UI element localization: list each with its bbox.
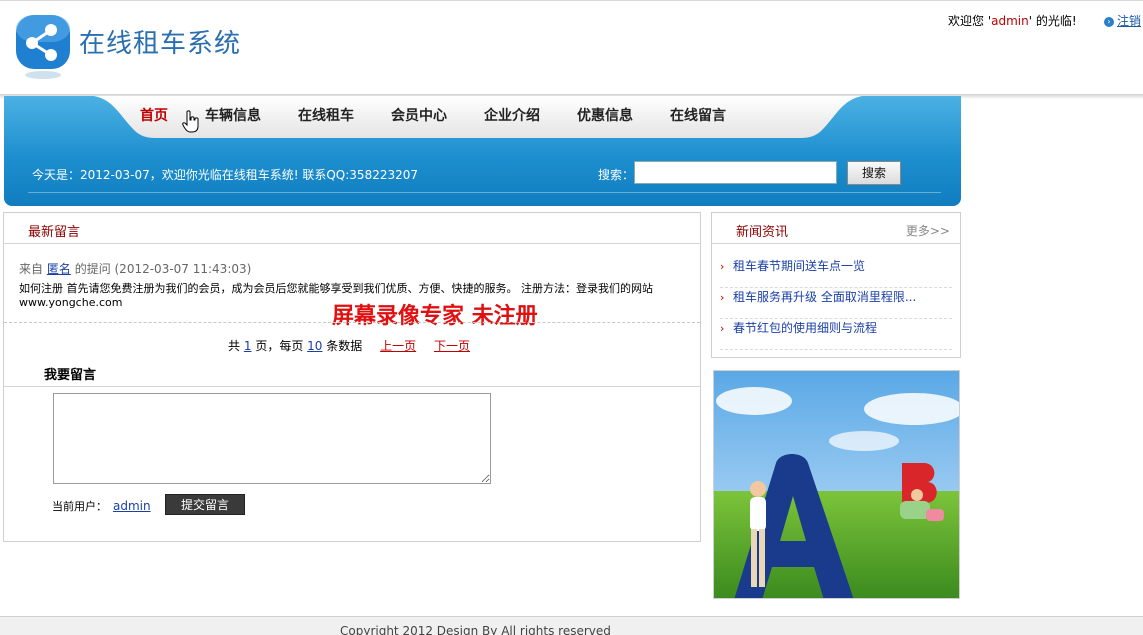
- pager-per-page[interactable]: 10: [307, 339, 322, 353]
- nav-item-vehicles[interactable]: 车辆信息: [205, 105, 261, 125]
- chevron-right-icon: ›: [720, 260, 725, 273]
- nav-banner: 首页 车辆信息 在线租车 会员中心 企业介绍 优惠信息 在线留言 今天是：201…: [4, 96, 961, 206]
- main-nav: 首页 车辆信息 在线租车 会员中心 企业介绍 优惠信息 在线留言: [140, 96, 763, 134]
- meta-from: 来自: [19, 262, 44, 276]
- promo-image: [713, 370, 960, 599]
- welcome-message: 欢迎您 'admin' 的光临!: [948, 12, 1077, 29]
- banner-divider: [28, 192, 941, 193]
- pager-prev-link[interactable]: 上一页: [380, 339, 416, 353]
- nav-item-home[interactable]: 首页: [140, 105, 168, 125]
- pager-suffix: 条数据: [326, 339, 363, 353]
- messages-panel: 最新留言 来自 匿名 的提问 (2012-03-07 11:43:03) 如何注…: [3, 212, 701, 542]
- welcome-username: admin: [991, 14, 1029, 28]
- site-header: 在线租车系统 欢迎您 'admin' 的光临! › 注销: [0, 0, 1143, 99]
- submit-message-button[interactable]: 提交留言: [165, 494, 245, 515]
- nav-item-messages[interactable]: 在线留言: [670, 105, 726, 125]
- site-title: 在线租车系统: [79, 29, 242, 59]
- message-meta: 来自 匿名 的提问 (2012-03-07 11:43:03): [19, 260, 251, 277]
- pager-prefix: 共: [228, 339, 241, 353]
- news-panel-title: 新闻资讯: [736, 225, 789, 240]
- hand-cursor-icon: [182, 110, 199, 133]
- nav-item-about[interactable]: 企业介绍: [484, 105, 540, 125]
- news-item-title: 租车春节期间送车点一览: [733, 259, 866, 273]
- chevron-right-icon: ›: [720, 322, 725, 335]
- arrow-circle-icon: ›: [1104, 16, 1114, 27]
- news-item[interactable]: › 春节红包的使用细则与流程: [720, 319, 952, 350]
- leave-message-divider: [4, 386, 700, 387]
- footer: Copyright 2012 Design By All rights rese…: [0, 616, 1143, 635]
- news-item[interactable]: › 租车春节期间送车点一览: [720, 257, 952, 288]
- messages-panel-header: 最新留言: [4, 213, 700, 244]
- logo-icon: [16, 15, 70, 79]
- messages-panel-title: 最新留言: [28, 225, 81, 240]
- pager-next-link[interactable]: 下一页: [434, 339, 470, 353]
- pager: 共 1 页，每页 10 条数据 上一页 下一页: [228, 337, 470, 354]
- pager-total-pages[interactable]: 1: [244, 339, 252, 353]
- search-label: 搜索：: [598, 168, 635, 182]
- news-panel: 新闻资讯 更多>> › 租车春节期间送车点一览 › 租车服务再升级 全面取消里程限.…: [711, 212, 961, 358]
- nav-item-promotions[interactable]: 优惠信息: [577, 105, 633, 125]
- news-item-title: 租车服务再升级 全面取消里程限...: [733, 290, 917, 304]
- current-user-label: 当前用户：: [52, 500, 107, 513]
- news-more-link[interactable]: 更多>>: [906, 222, 950, 239]
- nav-item-member-center[interactable]: 会员中心: [391, 105, 447, 125]
- news-item-title: 春节红包的使用细则与流程: [733, 321, 878, 335]
- kids-letters-illustration: [714, 371, 959, 598]
- message-author-link[interactable]: 匿名: [47, 262, 71, 276]
- news-item[interactable]: › 租车服务再升级 全面取消里程限...: [720, 288, 952, 319]
- search-input[interactable]: [634, 161, 837, 184]
- search-button[interactable]: 搜索: [847, 161, 901, 185]
- message-divider: [4, 322, 700, 323]
- current-user-link[interactable]: admin: [113, 499, 151, 513]
- meta-rest: 的提问 (2012-03-07 11:43:03): [74, 262, 252, 276]
- message-textarea[interactable]: [53, 393, 491, 484]
- leave-message-title: 我要留言: [44, 368, 97, 383]
- current-user: 当前用户： admin: [52, 498, 151, 514]
- chevron-right-icon: ›: [720, 291, 725, 304]
- news-panel-header: 新闻资讯 更多>>: [712, 213, 960, 244]
- nav-item-rent-online[interactable]: 在线租车: [298, 105, 354, 125]
- pager-middle: 页，每页: [255, 339, 304, 353]
- logout-link[interactable]: 注销: [1117, 14, 1141, 28]
- copyright-text: Copyright 2012 Design By All rights rese…: [340, 624, 611, 635]
- logout-area[interactable]: › 注销: [1104, 12, 1141, 29]
- welcome-prefix: 欢迎您 ': [948, 14, 992, 28]
- welcome-suffix: ' 的光临!: [1028, 14, 1077, 28]
- recorder-watermark: 屏幕录像专家 未注册: [332, 303, 538, 329]
- today-text: 今天是：2012-03-07，欢迎你光临在线租车系统! 联系QQ:3582232…: [32, 168, 419, 182]
